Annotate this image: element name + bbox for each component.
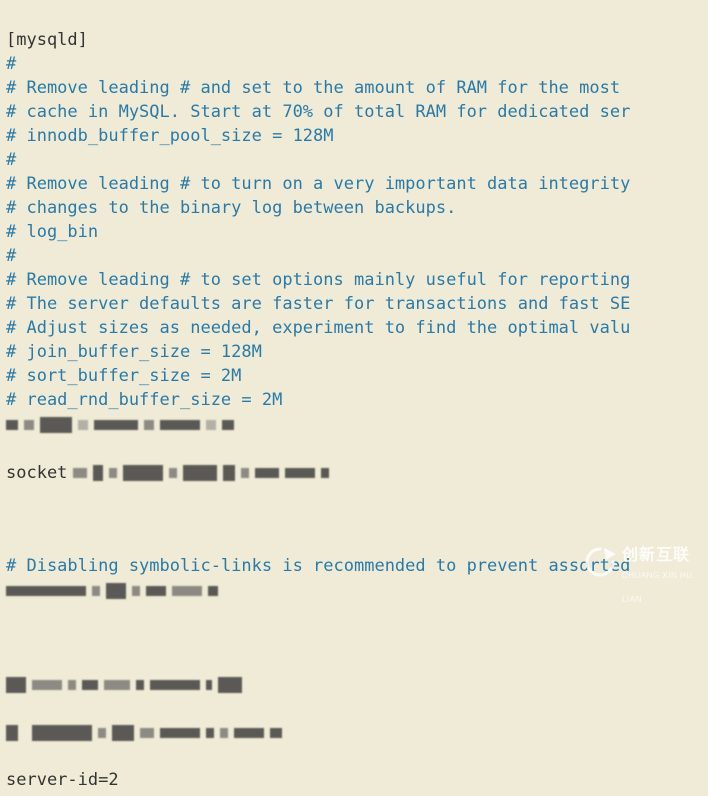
comment-line: # join_buffer_size = 128M: [6, 342, 262, 362]
section-header: [mysqld]: [6, 30, 88, 50]
comment-line: # log_bin: [6, 222, 98, 242]
config-file: [mysqld] # # Remove leading # and set to…: [0, 0, 708, 796]
obscured-line: [6, 721, 702, 743]
comment-line: #: [6, 246, 16, 266]
blank-line: [6, 626, 702, 648]
comment-line: # cache in MySQL. Start at 70% of total …: [6, 102, 630, 122]
socket-line: socket: [6, 461, 702, 483]
comment-line: # sort_buffer_size = 2M: [6, 366, 241, 386]
blank-line: [6, 508, 702, 530]
comment-line: # Adjust sizes as needed, experiment to …: [6, 318, 630, 338]
comment-line: # The server defaults are faster for tra…: [6, 294, 630, 314]
socket-label: socket: [6, 463, 67, 483]
comment-line: # read_rnd_buffer_size = 2M: [6, 390, 282, 410]
logo-icon: [584, 546, 616, 578]
logo-text-en: CHUANG XIN HU LIAN: [622, 564, 694, 612]
comment-line: #: [6, 150, 16, 170]
comment-line: # Remove leading # to turn on a very imp…: [6, 174, 630, 194]
obscured-line: [6, 413, 702, 435]
comment-line: # Remove leading # to set options mainly…: [6, 270, 630, 290]
comment-line: # changes to the binary log between back…: [6, 198, 456, 218]
comment-line: # Disabling symbolic-links is recommende…: [6, 556, 630, 576]
watermark-logo: 创新互联 CHUANG XIN HU LIAN: [584, 544, 694, 584]
server-id-line: server-id=2: [6, 770, 119, 790]
obscured-line: [6, 673, 702, 695]
comment-line: # Remove leading # and set to the amount…: [6, 78, 620, 98]
comment-line: #: [6, 54, 16, 74]
comment-line: # innodb_buffer_pool_size = 128M: [6, 126, 334, 146]
